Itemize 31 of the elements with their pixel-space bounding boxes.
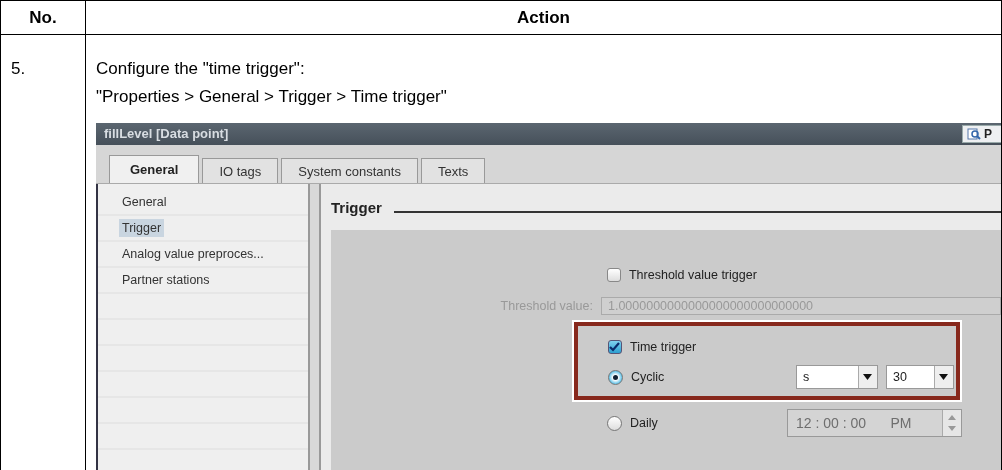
checkbox[interactable] (607, 268, 621, 282)
column-header: Action (86, 1, 1002, 35)
radio-label: Daily (630, 415, 658, 432)
radio-button[interactable] (607, 415, 622, 431)
dropdown[interactable]: s (796, 365, 878, 389)
check-icon (609, 341, 621, 353)
section-title: Trigger (331, 198, 382, 218)
dropdown-arrow-icon (939, 374, 949, 380)
dropdown-arrow-icon (863, 374, 873, 380)
tab[interactable]: IO tags (202, 158, 279, 183)
tab[interactable]: System constants (281, 158, 418, 183)
nav-item[interactable]: Trigger (119, 219, 165, 237)
dropdown[interactable]: 30 (886, 365, 954, 389)
menu-path-text: "Properties > General > Trigger > Time trigger" (96, 86, 448, 108)
window-title: fillLevel [Data point] (104, 125, 229, 143)
step-number: 5. (11, 58, 27, 80)
radio-button[interactable] (608, 369, 623, 385)
instruction-text: Configure the "time trigger": (96, 58, 306, 80)
tab[interactable]: Texts (420, 158, 486, 183)
nav-item[interactable]: Analog value preproces... (119, 245, 267, 263)
properties-button[interactable]: P (962, 125, 1001, 143)
column-header: No. (1, 1, 86, 35)
tab[interactable]: General (109, 155, 200, 183)
nav-item[interactable]: Partner stations (119, 271, 213, 289)
splitter[interactable] (308, 184, 321, 470)
magnifier-icon (967, 127, 981, 141)
checkbox-label: Time trigger (630, 339, 697, 356)
radio-label: Cyclic (631, 369, 665, 386)
checkbox-label: Threshold value trigger (629, 267, 757, 284)
nav-item[interactable]: General (119, 193, 170, 211)
checkbox[interactable] (608, 340, 622, 354)
